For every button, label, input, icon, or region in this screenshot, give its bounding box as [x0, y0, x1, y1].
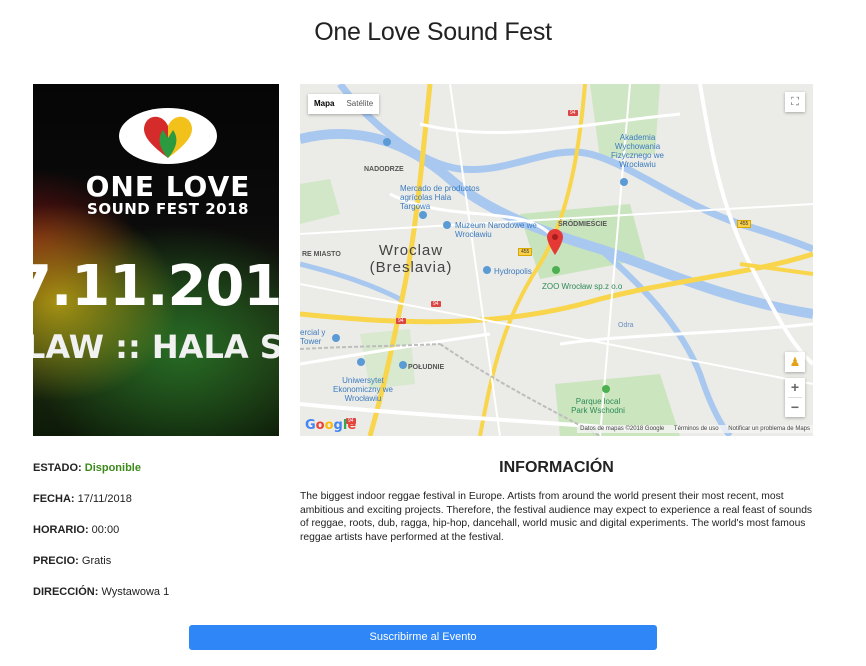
status-badge: Disponible: [84, 462, 141, 474]
price-label: PRECIO:: [33, 555, 79, 567]
map-label-odra: Odra: [618, 322, 634, 329]
map-label-srodmiescie: ŚRÓDMIEŚCIE: [558, 221, 608, 228]
page-title: One Love Sound Fest: [314, 18, 552, 46]
poi-icon: [332, 334, 340, 342]
poster-subtitle: SOUND FEST 2018: [87, 200, 249, 218]
zoom-in-button[interactable]: +: [785, 378, 805, 397]
event-poster: ONE LOVE SOUND FEST 2018 7.11.201 LAW ::…: [33, 84, 279, 436]
map-type-satellite-button[interactable]: Satélite: [340, 94, 379, 114]
info-title: INFORMACIÓN: [499, 459, 614, 476]
detail-date: FECHA: 17/11/2018: [33, 493, 132, 505]
address-label: DIRECCIÓN:: [33, 586, 99, 598]
poi-icon: [357, 358, 365, 366]
map-data-credit: Datos de mapas ©2018 Google: [580, 426, 665, 432]
poster-logo: [119, 108, 217, 164]
map-label-muzeum: Muzeum Narodowe we Wrocławiu: [455, 221, 537, 239]
map-label-wroclaw: Wroclaw (Breslavia): [369, 242, 453, 276]
road-badge: 455: [737, 220, 752, 228]
poi-icon: [443, 221, 451, 229]
poi-icon: [419, 211, 427, 219]
road-badge: 94: [431, 301, 441, 307]
info-description: The biggest indoor reggae festival in Eu…: [300, 491, 813, 543]
poster-date: 7.11.201: [33, 254, 279, 319]
fullscreen-icon[interactable]: ⛶: [785, 92, 805, 112]
poi-icon: [620, 178, 628, 186]
poster-place: LAW :: HALA ST: [33, 328, 279, 366]
map-label-stare-miasto: RE MIASTO: [302, 251, 341, 258]
map-label-parque: Parque local Park Wschodni: [571, 397, 625, 415]
event-map[interactable]: NADODRZE Mercado de productos agrícolas …: [300, 84, 813, 436]
map-marker-icon[interactable]: [547, 229, 563, 255]
map-label-poludnie: POŁUDNIE: [408, 364, 445, 371]
street-view-pegman-icon[interactable]: ♟: [785, 352, 805, 372]
zoom-out-button[interactable]: −: [785, 398, 805, 417]
time-value: 00:00: [91, 524, 120, 536]
map-label-hydropolis: Hydropolis: [494, 267, 532, 276]
poi-icon: [602, 385, 610, 393]
zoom-control: + −: [785, 378, 805, 417]
subscribe-button[interactable]: Suscribirme al Evento: [189, 625, 657, 650]
date-label: FECHA:: [33, 493, 75, 505]
date-value: 17/11/2018: [77, 493, 132, 505]
map-label-akademia: Akademia Wychowania Fizycznego we Wrocła…: [611, 133, 664, 169]
map-label-uniwersytet: Uniwersytet Ekonomiczny we Wrocławiu: [332, 376, 394, 403]
detail-price: PRECIO: Gratis: [33, 555, 111, 567]
map-type-map-button[interactable]: Mapa: [308, 94, 340, 114]
map-attribution: Datos de mapas ©2018 Google Términos de …: [577, 425, 813, 433]
google-logo[interactable]: Google: [305, 418, 356, 433]
detail-address: DIRECCIÓN: Wystawowa 1: [33, 586, 169, 598]
map-terms-link[interactable]: Términos de uso: [674, 426, 719, 432]
price-value: Gratis: [81, 555, 112, 567]
poi-icon: [399, 361, 407, 369]
road-badge: 94: [396, 318, 406, 324]
road-badge: 455: [518, 248, 533, 256]
map-label-nadodrze: NADODRZE: [364, 166, 404, 173]
address-value: Wystawowa 1: [101, 586, 170, 598]
map-label-mercado: Mercado de productos agrícolas Hala Targ…: [400, 184, 480, 211]
map-type-control: Mapa Satélite: [308, 94, 380, 114]
road-badge: 94: [568, 110, 578, 116]
poi-icon: [483, 266, 491, 274]
map-report-link[interactable]: Notificar un problema de Maps: [728, 426, 810, 432]
poi-icon: [552, 266, 560, 274]
time-label: HORARIO:: [33, 524, 89, 536]
detail-time: HORARIO: 00:00: [33, 524, 119, 536]
poster-title: ONE LOVE: [85, 170, 251, 203]
detail-status: ESTADO: Disponible: [33, 462, 141, 474]
map-label-zoo: ZOO Wrocław sp.z o.o: [542, 282, 623, 291]
status-label: ESTADO:: [33, 462, 82, 474]
poi-icon: [383, 138, 391, 146]
